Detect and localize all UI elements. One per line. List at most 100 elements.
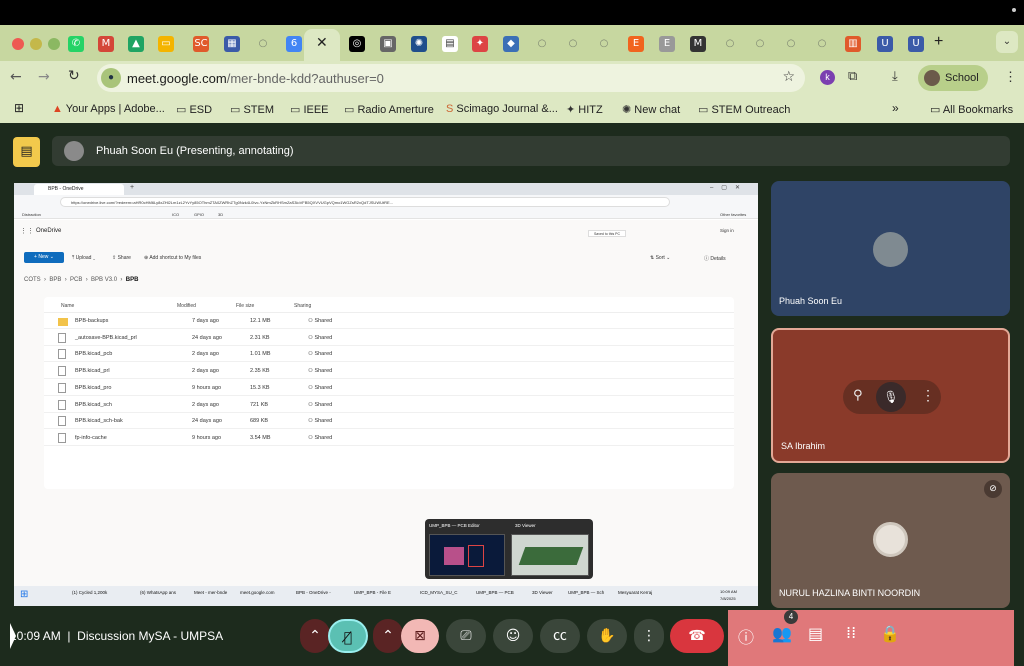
download-icon[interactable]: ⤓ bbox=[892, 69, 898, 84]
active-tab[interactable]: ✕ bbox=[304, 29, 340, 61]
shop-icon[interactable]: ▥ bbox=[845, 36, 861, 52]
participant-tile-nurul[interactable]: ⊘ NURUL HAZLINA BINTI NOORDIN bbox=[771, 473, 1010, 608]
audio-options-button[interactable]: ⌃ bbox=[300, 619, 330, 653]
taskbar-item[interactable]: (6) WhatsApp ans bbox=[140, 590, 176, 595]
details-button[interactable]: ⓘ Details bbox=[704, 255, 726, 262]
present-screen-button[interactable]: ⎚ bbox=[446, 619, 486, 653]
taskbar-item[interactable]: Meet - mer-bnde bbox=[194, 590, 227, 595]
globe-icon[interactable]: ○ bbox=[534, 36, 550, 52]
mendeley-icon[interactable]: M bbox=[690, 36, 706, 52]
globe-icon[interactable]: ○ bbox=[565, 36, 581, 52]
extensions-puzzle-icon[interactable]: ⧉ bbox=[848, 69, 857, 84]
blank-tab-icon[interactable]: ○ bbox=[255, 36, 271, 52]
stop-presenting-icon[interactable]: ▤ bbox=[13, 137, 40, 167]
chat-icon[interactable]: ▤ bbox=[808, 624, 823, 643]
file-row[interactable]: BPB.kicad_prl 2 days ago 2.35 KB ⚇ Shared bbox=[44, 363, 734, 380]
bookmark-item[interactable]: ▭ STEM bbox=[230, 103, 274, 116]
video-options-button[interactable]: ⌃ bbox=[373, 619, 403, 653]
pin-icon[interactable]: ⚲ bbox=[853, 388, 863, 403]
meeting-details-icon[interactable]: ⓘ bbox=[738, 624, 754, 648]
page-icon[interactable]: ▣ bbox=[380, 36, 396, 52]
taskbar-item[interactable]: Mesyuarat Kerraj bbox=[618, 590, 652, 595]
close-tab-icon[interactable]: ✕ bbox=[316, 35, 328, 51]
shield-icon[interactable]: U bbox=[908, 36, 924, 52]
calendar-grid-icon[interactable]: ▦ bbox=[224, 36, 240, 52]
etsy-icon[interactable]: E bbox=[628, 36, 644, 52]
menu-kebab-icon[interactable]: ⋮ bbox=[1004, 69, 1017, 85]
emoji-reaction-button[interactable]: ☺ bbox=[493, 619, 533, 653]
bookmark-star-icon[interactable]: ☆ bbox=[782, 69, 795, 85]
close-window-button[interactable] bbox=[12, 38, 24, 50]
all-bookmarks-link[interactable]: ▭ All Bookmarks bbox=[930, 103, 1013, 116]
taskbar-item[interactable]: UMP_BPB — Sch bbox=[568, 590, 604, 595]
slides-icon[interactable]: ▭ bbox=[158, 36, 174, 52]
gear-icon[interactable]: ✺ bbox=[411, 36, 427, 52]
meet-icon[interactable]: ◎ bbox=[349, 36, 365, 52]
taskbar-item[interactable]: meet.google.com bbox=[240, 590, 275, 595]
back-button[interactable]: ← bbox=[10, 69, 22, 85]
new-button[interactable]: + New ⌄ bbox=[24, 252, 64, 263]
url-bar[interactable]: ● meet.google.com/mer-bnde-kdd?authuser=… bbox=[97, 64, 805, 92]
file-row[interactable]: _autosave-BPB.kicad_prl 24 days ago 2.31 K… bbox=[44, 330, 734, 346]
more-bookmarks-icon[interactable]: » bbox=[892, 101, 899, 115]
more-options-button[interactable]: ⋮ bbox=[634, 619, 664, 653]
file-row[interactable]: BPB.kicad_pro 9 hours ago 15.3 KB ⚇ Shared bbox=[44, 380, 734, 396]
bookmark-item[interactable]: ▭ ESD bbox=[176, 103, 212, 116]
globe-icon[interactable]: ○ bbox=[722, 36, 738, 52]
bird-icon[interactable]: ✦ bbox=[472, 36, 488, 52]
bookmark-item[interactable]: ▭ STEM Outreach bbox=[698, 103, 790, 116]
reload-button[interactable]: ↻ bbox=[68, 68, 80, 84]
bookmark-item[interactable]: ✺ New chat bbox=[622, 103, 680, 116]
mic-indicator-icon[interactable]: ● bbox=[101, 68, 121, 88]
extension-k-icon[interactable]: k bbox=[820, 70, 835, 85]
upload-button[interactable]: ⤒ Upload ⌄ bbox=[72, 255, 95, 261]
bookmark-item[interactable]: S Scimago Journal &... bbox=[446, 103, 558, 115]
add-shortcut-button[interactable]: ⊕ Add shortcut to My files bbox=[144, 255, 201, 261]
file-row[interactable]: BPB.kicad_pcb 2 days ago 1.01 MB ⚇ Shared bbox=[44, 346, 734, 363]
more-options-icon[interactable]: ⋮ bbox=[921, 387, 935, 404]
file-row[interactable]: BPB.kicad_sch 2 days ago 721 KB ⚇ Shared bbox=[44, 397, 734, 413]
globe-icon[interactable]: ○ bbox=[752, 36, 768, 52]
leave-call-button[interactable]: ☎ bbox=[670, 619, 724, 653]
people-icon[interactable]: 👥 bbox=[772, 624, 792, 643]
host-controls-icon[interactable]: 🔒 bbox=[880, 624, 900, 643]
bookmark-item[interactable]: ▭ IEEE bbox=[290, 103, 329, 116]
file-row[interactable]: BPB.kicad_sch-bak 24 days ago 689 KB ⚇ Shar… bbox=[44, 413, 734, 430]
pcb-editor-thumbnail[interactable] bbox=[429, 534, 505, 576]
shield-icon[interactable]: U bbox=[877, 36, 893, 52]
sort-button[interactable]: ⇅ Sort ⌄ bbox=[650, 255, 670, 261]
tab-search-button[interactable]: ⌄ bbox=[996, 31, 1018, 53]
taskbar-item[interactable]: BPB - OneDrive - bbox=[296, 590, 331, 595]
globe-icon[interactable]: ○ bbox=[596, 36, 612, 52]
sign-in-link[interactable]: Sign in bbox=[720, 228, 734, 233]
gmail-icon[interactable]: M bbox=[98, 36, 114, 52]
globe-icon[interactable]: ○ bbox=[814, 36, 830, 52]
captions-button[interactable]: ㏄ bbox=[540, 619, 580, 653]
drive-icon[interactable]: ▲ bbox=[128, 36, 144, 52]
mute-participant-icon[interactable]: 🎙 bbox=[876, 382, 906, 412]
bookmark-item[interactable]: ▲ Your Apps | Adobe... bbox=[52, 103, 165, 115]
globe-icon[interactable]: ○ bbox=[783, 36, 799, 52]
taskbar-item[interactable]: 3D Viewer bbox=[532, 590, 553, 595]
image-icon[interactable]: ▤ bbox=[442, 36, 458, 52]
zoom-window-button[interactable] bbox=[48, 38, 60, 50]
minimize-window-button[interactable] bbox=[30, 38, 42, 50]
file-row[interactable]: fp-info-cache 9 hours ago 3.54 MB ⚇ Shared bbox=[44, 430, 734, 446]
profile-button[interactable]: School bbox=[918, 65, 988, 91]
forward-button[interactable]: → bbox=[38, 69, 50, 85]
new-tab-button[interactable]: + bbox=[934, 33, 943, 51]
microphone-toggle-button[interactable]: 🎙̸ bbox=[328, 619, 368, 653]
camera-toggle-button[interactable]: ⊠ bbox=[401, 619, 439, 653]
apps-grid-icon[interactable]: ⊞ bbox=[14, 101, 24, 115]
taskbar-item[interactable]: (1) Cycled 1,200k bbox=[72, 590, 107, 595]
file-row[interactable]: BPB-backups 7 days ago 12.1 MB ⚇ Shared bbox=[44, 313, 734, 329]
share-button[interactable]: ⇪ Share bbox=[112, 255, 131, 261]
etsy-icon[interactable]: E bbox=[659, 36, 675, 52]
taskbar-item[interactable]: ICD_MYSA_SU_C bbox=[420, 590, 458, 595]
whatsapp-icon[interactable]: ✆ bbox=[68, 36, 84, 52]
bookmark-item[interactable]: ✦ HITZ bbox=[566, 103, 603, 116]
3d-viewer-thumbnail[interactable] bbox=[511, 534, 589, 576]
participant-tile-ibrahim[interactable]: ⚲ 🎙 ⋮ SA Ibrahim bbox=[771, 328, 1010, 463]
taskbar-item[interactable]: UMP_BPB - File E bbox=[354, 590, 391, 595]
activities-icon[interactable]: ⁞⁞ bbox=[846, 623, 856, 642]
